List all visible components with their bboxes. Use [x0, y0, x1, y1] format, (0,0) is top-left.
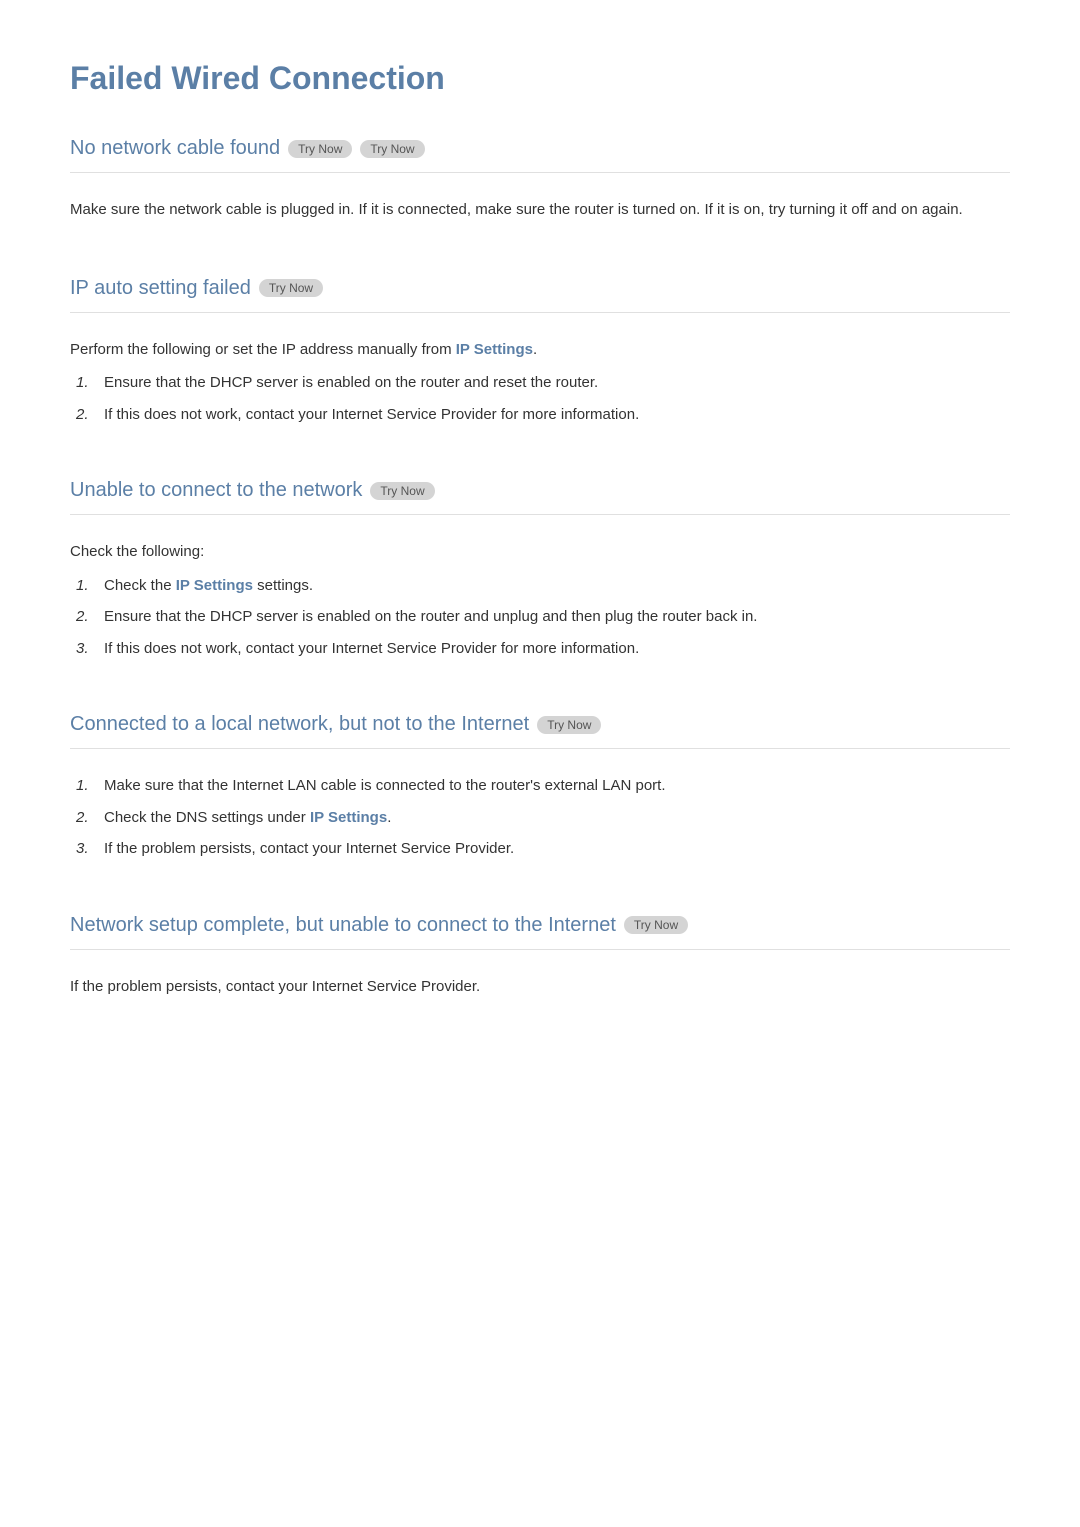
heading-text-setup: Network setup complete, but unable to co… [70, 914, 616, 937]
ip-settings-link-unable[interactable]: IP Settings [176, 577, 253, 594]
section-ip-auto: IP auto setting failed Try Now Perform t… [70, 277, 1010, 444]
divider-no-cable [70, 172, 1010, 173]
list-item: Ensure that the DHCP server is enabled o… [98, 604, 1010, 630]
list-item: Check the DNS settings under IP Settings… [98, 805, 1010, 831]
divider-ip-auto [70, 312, 1010, 313]
try-now-button-local[interactable]: Try Now [537, 716, 601, 734]
unable-list: Check the IP Settings settings. Ensure t… [70, 573, 1010, 662]
ip-auto-intro: Perform the following or set the IP addr… [70, 337, 1010, 363]
section-local-only: Connected to a local network, but not to… [70, 713, 1010, 878]
heading-text-ip-auto: IP auto setting failed [70, 277, 251, 300]
try-now-button-ip-auto[interactable]: Try Now [259, 279, 323, 297]
section-body-local: Make sure that the Internet LAN cable is… [70, 773, 1010, 862]
try-now-button-no-cable-2[interactable]: Try Now [360, 140, 424, 158]
list-item: Ensure that the DHCP server is enabled o… [98, 370, 1010, 396]
ip-settings-link-intro[interactable]: IP Settings [456, 341, 533, 358]
heading-text-local: Connected to a local network, but not to… [70, 713, 529, 736]
divider-setup [70, 949, 1010, 950]
section-heading-unable: Unable to connect to the network Try Now [70, 479, 1010, 502]
unable-intro: Check the following: [70, 539, 1010, 565]
local-list: Make sure that the Internet LAN cable is… [70, 773, 1010, 862]
heading-text-unable: Unable to connect to the network [70, 479, 362, 502]
section-body-no-cable: Make sure the network cable is plugged i… [70, 197, 1010, 223]
section-body-unable: Check the following: Check the IP Settin… [70, 539, 1010, 661]
list-item: Make sure that the Internet LAN cable is… [98, 773, 1010, 799]
section-heading-local: Connected to a local network, but not to… [70, 713, 1010, 736]
try-now-button-setup[interactable]: Try Now [624, 916, 688, 934]
section-no-cable: No network cable found Try Now Try Now M… [70, 137, 1010, 241]
divider-local [70, 748, 1010, 749]
section-setup-complete: Network setup complete, but unable to co… [70, 914, 1010, 1018]
section-heading-no-cable: No network cable found Try Now Try Now [70, 137, 1010, 160]
section-heading-setup: Network setup complete, but unable to co… [70, 914, 1010, 937]
page-title: Failed Wired Connection [70, 60, 1010, 97]
setup-complete-paragraph: If the problem persists, contact your In… [70, 974, 1010, 1000]
section-unable-connect: Unable to connect to the network Try Now… [70, 479, 1010, 677]
section-body-ip-auto: Perform the following or set the IP addr… [70, 337, 1010, 428]
ip-settings-link-local[interactable]: IP Settings [310, 809, 387, 826]
list-item: If this does not work, contact your Inte… [98, 402, 1010, 428]
try-now-button-no-cable-1[interactable]: Try Now [288, 140, 352, 158]
no-cable-paragraph: Make sure the network cable is plugged i… [70, 197, 1010, 223]
list-item: If this does not work, contact your Inte… [98, 636, 1010, 662]
divider-unable [70, 514, 1010, 515]
section-heading-ip-auto: IP auto setting failed Try Now [70, 277, 1010, 300]
list-item: Check the IP Settings settings. [98, 573, 1010, 599]
list-item: If the problem persists, contact your In… [98, 836, 1010, 862]
try-now-button-unable[interactable]: Try Now [370, 482, 434, 500]
ip-auto-list: Ensure that the DHCP server is enabled o… [70, 370, 1010, 427]
section-body-setup: If the problem persists, contact your In… [70, 974, 1010, 1000]
heading-text-no-cable: No network cable found [70, 137, 280, 160]
